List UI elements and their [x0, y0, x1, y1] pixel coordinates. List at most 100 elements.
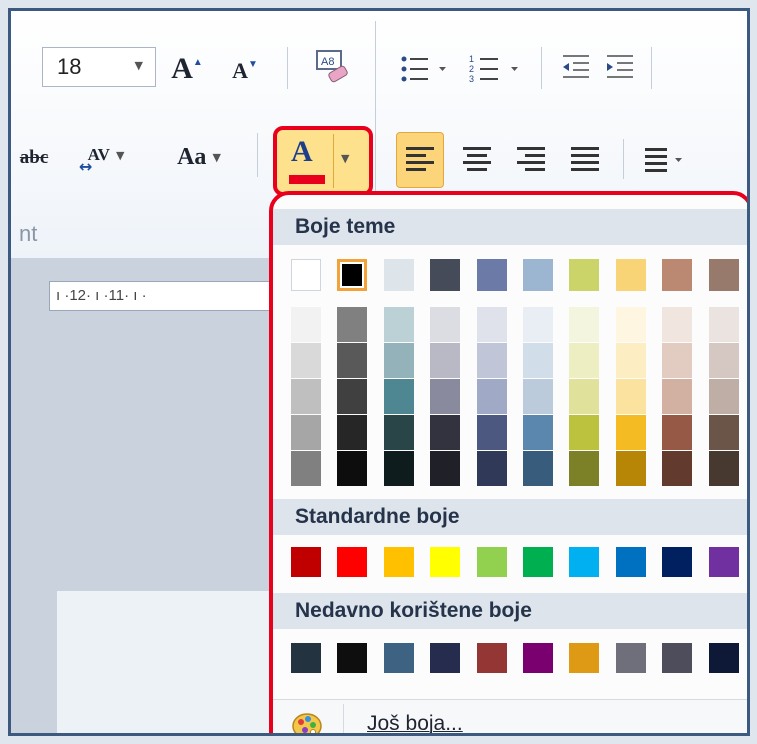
theme-shade-swatch[interactable]: [337, 379, 367, 414]
chevron-down-icon[interactable]: ▼: [341, 152, 349, 165]
standard-color-swatch[interactable]: [709, 547, 739, 577]
chevron-down-icon[interactable]: ▼: [135, 59, 143, 72]
theme-shade-swatch[interactable]: [291, 451, 321, 486]
theme-shade-swatch[interactable]: [709, 307, 739, 342]
theme-shade-swatch[interactable]: [477, 379, 507, 414]
theme-shade-swatch[interactable]: [616, 379, 646, 414]
standard-color-swatch[interactable]: [384, 547, 414, 577]
theme-shade-swatch[interactable]: [384, 415, 414, 450]
standard-color-swatch[interactable]: [616, 547, 646, 577]
theme-shade-swatch[interactable]: [709, 343, 739, 378]
align-left-button[interactable]: [396, 132, 444, 188]
theme-shade-swatch[interactable]: [662, 379, 692, 414]
numbering-icon[interactable]: 1 2 3: [469, 53, 531, 85]
standard-color-swatch[interactable]: [477, 547, 507, 577]
recent-color-swatch[interactable]: [662, 643, 692, 673]
theme-color-swatch[interactable]: [384, 259, 414, 291]
theme-shade-swatch[interactable]: [709, 451, 739, 486]
align-center-button[interactable]: [455, 132, 499, 188]
theme-shade-swatch[interactable]: [709, 415, 739, 450]
theme-shade-swatch[interactable]: [477, 451, 507, 486]
recent-color-swatch[interactable]: [291, 643, 321, 673]
theme-shade-swatch[interactable]: [569, 415, 599, 450]
theme-shade-swatch[interactable]: [709, 379, 739, 414]
recent-color-swatch[interactable]: [337, 643, 367, 673]
theme-shade-swatch[interactable]: [384, 307, 414, 342]
standard-color-swatch[interactable]: [291, 547, 321, 577]
theme-shade-swatch[interactable]: [337, 307, 367, 342]
theme-color-swatch[interactable]: [569, 259, 599, 291]
standard-color-swatch[interactable]: [523, 547, 553, 577]
theme-shade-swatch[interactable]: [616, 451, 646, 486]
theme-shade-swatch[interactable]: [523, 415, 553, 450]
theme-shade-swatch[interactable]: [337, 343, 367, 378]
theme-shade-swatch[interactable]: [430, 343, 460, 378]
recent-color-swatch[interactable]: [709, 643, 739, 673]
clear-formatting-icon[interactable]: A8: [313, 47, 351, 87]
strikethrough-button[interactable]: abc: [11, 141, 57, 175]
theme-shade-swatch[interactable]: [523, 379, 553, 414]
standard-color-swatch[interactable]: [430, 547, 460, 577]
theme-shade-swatch[interactable]: [569, 307, 599, 342]
font-size-combobox[interactable]: 18 ▼: [42, 47, 156, 87]
theme-shade-swatch[interactable]: [523, 343, 553, 378]
theme-color-swatch[interactable]: [291, 259, 321, 291]
theme-shade-swatch[interactable]: [430, 451, 460, 486]
theme-shade-swatch[interactable]: [477, 343, 507, 378]
recent-color-swatch[interactable]: [430, 643, 460, 673]
theme-shade-swatch[interactable]: [569, 451, 599, 486]
theme-shade-swatch[interactable]: [662, 451, 692, 486]
theme-shade-swatch[interactable]: [384, 343, 414, 378]
theme-shade-swatch[interactable]: [291, 307, 321, 342]
recent-color-swatch[interactable]: [616, 643, 646, 673]
more-colors-item[interactable]: Još boja...: [273, 699, 747, 733]
theme-shade-swatch[interactable]: [477, 307, 507, 342]
theme-color-swatch[interactable]: [523, 259, 553, 291]
theme-shade-swatch[interactable]: [569, 343, 599, 378]
theme-shade-swatch[interactable]: [337, 451, 367, 486]
theme-shade-swatch[interactable]: [291, 379, 321, 414]
recent-color-swatch[interactable]: [477, 643, 507, 673]
theme-color-swatch[interactable]: [709, 259, 739, 291]
change-case-button[interactable]: Aa ▼: [159, 139, 239, 175]
theme-shade-swatch[interactable]: [662, 307, 692, 342]
chevron-down-icon[interactable]: ▼: [116, 149, 124, 162]
document-page[interactable]: [57, 591, 287, 733]
theme-shade-swatch[interactable]: [430, 415, 460, 450]
theme-shade-swatch[interactable]: [477, 415, 507, 450]
theme-shade-swatch[interactable]: [616, 307, 646, 342]
theme-shade-swatch[interactable]: [616, 343, 646, 378]
theme-shade-swatch[interactable]: [430, 379, 460, 414]
theme-shade-swatch[interactable]: [662, 415, 692, 450]
justify-button[interactable]: [563, 132, 607, 188]
line-spacing-button[interactable]: [637, 132, 697, 188]
grow-font-button[interactable]: A ▲: [167, 49, 207, 89]
standard-color-swatch[interactable]: [662, 547, 692, 577]
theme-shade-swatch[interactable]: [291, 415, 321, 450]
theme-shade-swatch[interactable]: [616, 415, 646, 450]
increase-indent-icon[interactable]: [603, 51, 639, 85]
chevron-down-icon[interactable]: ▼: [212, 151, 220, 164]
standard-color-swatch[interactable]: [337, 547, 367, 577]
theme-shade-swatch[interactable]: [523, 307, 553, 342]
theme-shade-swatch[interactable]: [569, 379, 599, 414]
character-spacing-button[interactable]: AV ↔ ▼: [71, 133, 141, 177]
recent-color-swatch[interactable]: [523, 643, 553, 673]
theme-color-swatch[interactable]: [662, 259, 692, 291]
decrease-indent-icon[interactable]: [559, 51, 595, 85]
theme-shade-swatch[interactable]: [384, 451, 414, 486]
bullets-icon[interactable]: [399, 53, 459, 85]
theme-color-swatch[interactable]: [337, 259, 367, 291]
theme-color-swatch[interactable]: [477, 259, 507, 291]
recent-color-swatch[interactable]: [569, 643, 599, 673]
theme-shade-swatch[interactable]: [523, 451, 553, 486]
recent-color-swatch[interactable]: [384, 643, 414, 673]
theme-shade-swatch[interactable]: [337, 415, 367, 450]
theme-color-swatch[interactable]: [616, 259, 646, 291]
theme-shade-swatch[interactable]: [384, 379, 414, 414]
theme-shade-swatch[interactable]: [291, 343, 321, 378]
theme-shade-swatch[interactable]: [662, 343, 692, 378]
theme-color-swatch[interactable]: [430, 259, 460, 291]
font-color-button[interactable]: A ▼: [273, 126, 373, 196]
shrink-font-button[interactable]: A ▼: [225, 53, 265, 89]
